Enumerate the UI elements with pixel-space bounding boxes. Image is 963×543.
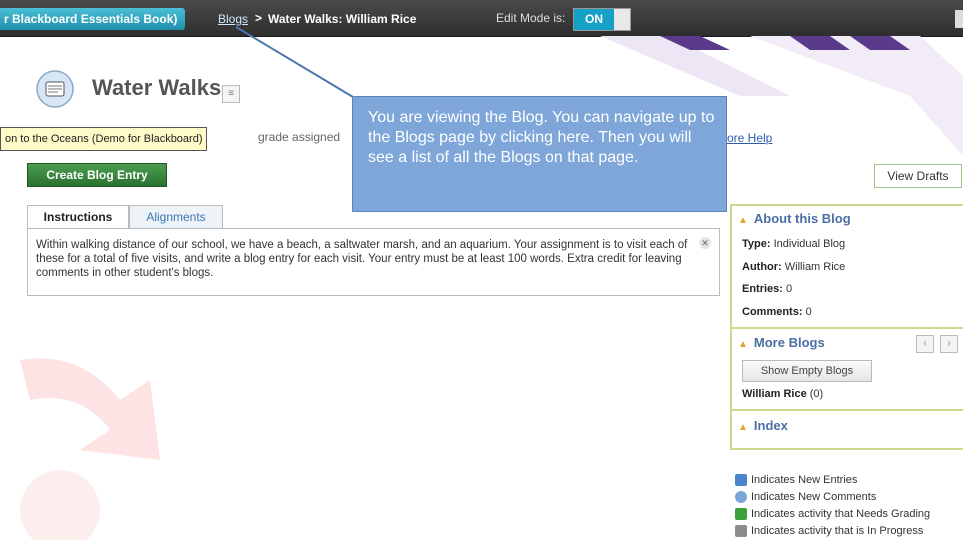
help-callout: You are viewing the Blog. You can naviga… xyxy=(352,96,727,212)
top-navigation-bar: r Blackboard Essentials Book) Blogs > Wa… xyxy=(0,0,963,37)
legend-in-progress: Indicates activity that is In Progress xyxy=(735,523,923,539)
index-title: Index xyxy=(753,418,788,433)
breadcrumb-blogs-link[interactable]: Blogs xyxy=(218,12,248,26)
decorative-arrow xyxy=(20,358,160,540)
more-blogs-heading[interactable]: ▲ More Blogs xyxy=(738,335,825,350)
needs-grading-icon xyxy=(735,508,747,521)
blog-sidebar: ▲ About this Blog Type: Individual Blog A… xyxy=(730,204,963,450)
breadcrumb-separator: > xyxy=(255,11,263,25)
type-label: Type: xyxy=(742,238,771,250)
new-entries-icon xyxy=(735,474,747,487)
blog-icon xyxy=(36,70,74,108)
chevron-left-icon[interactable]: ‹ xyxy=(916,335,934,353)
legend-text: Indicates activity that is In Progress xyxy=(751,525,924,537)
more-blogs-title: More Blogs xyxy=(753,335,825,350)
caret-up-icon: ▲ xyxy=(738,422,748,433)
tab-alignments[interactable]: Alignments xyxy=(129,205,223,228)
corner-button[interactable] xyxy=(955,10,963,28)
legend-text: Indicates New Entries xyxy=(751,474,858,486)
sidebar-divider xyxy=(732,327,963,329)
about-blog-heading[interactable]: ▲ About this Blog xyxy=(738,211,851,226)
entries-label: Entries: xyxy=(742,283,783,295)
breadcrumb-course[interactable]: r Blackboard Essentials Book) xyxy=(0,8,186,30)
index-heading[interactable]: ▲ Index xyxy=(738,418,788,433)
edit-mode-toggle[interactable]: ON xyxy=(573,8,631,31)
legend-new-entries: Indicates New Entries xyxy=(735,472,857,488)
author-label: Author: xyxy=(742,261,782,273)
blog-type: Type: Individual Blog xyxy=(742,238,845,250)
chevron-right-icon[interactable]: › xyxy=(940,335,958,353)
edit-mode-label: Edit Mode is: xyxy=(496,11,566,25)
entries-value: 0 xyxy=(786,283,793,295)
comments-value: 0 xyxy=(805,306,812,318)
legend-text: Indicates activity that Needs Grading xyxy=(751,508,931,520)
callout-text: You are viewing the Blog. You can naviga… xyxy=(368,109,715,166)
course-tooltip: on to the Oceans (Demo for Blackboard) xyxy=(0,127,208,151)
show-empty-blogs-button[interactable]: Show Empty Blogs xyxy=(742,360,872,382)
caret-up-icon: ▲ xyxy=(738,339,748,350)
blog-list-item[interactable]: William Rice (0) xyxy=(742,388,823,400)
blog-name: William Rice xyxy=(742,388,807,400)
close-icon[interactable]: ✕ xyxy=(699,237,711,249)
sidebar-divider xyxy=(732,409,963,411)
edit-mode-value: ON xyxy=(574,9,614,30)
instructions-panel: Within walking distance of our school, w… xyxy=(27,228,720,296)
tab-instructions[interactable]: Instructions xyxy=(27,205,129,229)
legend-text: Indicates New Comments xyxy=(751,491,877,503)
caret-up-icon: ▲ xyxy=(738,215,748,226)
about-blog-title: About this Blog xyxy=(753,211,851,226)
blog-entries: Entries: 0 xyxy=(742,283,792,295)
comments-label: Comments: xyxy=(742,306,803,318)
type-value: Individual Blog xyxy=(773,238,846,250)
blog-author: Author: William Rice xyxy=(742,261,845,273)
instructions-text: Within walking distance of our school, w… xyxy=(36,239,688,279)
blog-count: (0) xyxy=(809,388,824,400)
blog-comments: Comments: 0 xyxy=(742,306,812,318)
chevron-down-icon[interactable]: ≡ xyxy=(222,85,240,103)
new-comments-icon xyxy=(735,491,747,504)
more-help-link[interactable]: ore Help xyxy=(727,131,772,145)
view-drafts-button[interactable]: View Drafts xyxy=(874,164,962,188)
legend-new-comments: Indicates New Comments xyxy=(735,489,876,505)
in-progress-icon xyxy=(735,525,747,538)
legend-needs-grading: Indicates activity that Needs Grading xyxy=(735,506,930,522)
page-title: Water Walks xyxy=(92,75,222,100)
create-blog-entry-button[interactable]: Create Blog Entry xyxy=(27,163,167,187)
author-value: William Rice xyxy=(784,261,846,273)
grade-text: grade assigned xyxy=(258,130,341,144)
breadcrumb-current: Water Walks: William Rice xyxy=(268,12,417,26)
